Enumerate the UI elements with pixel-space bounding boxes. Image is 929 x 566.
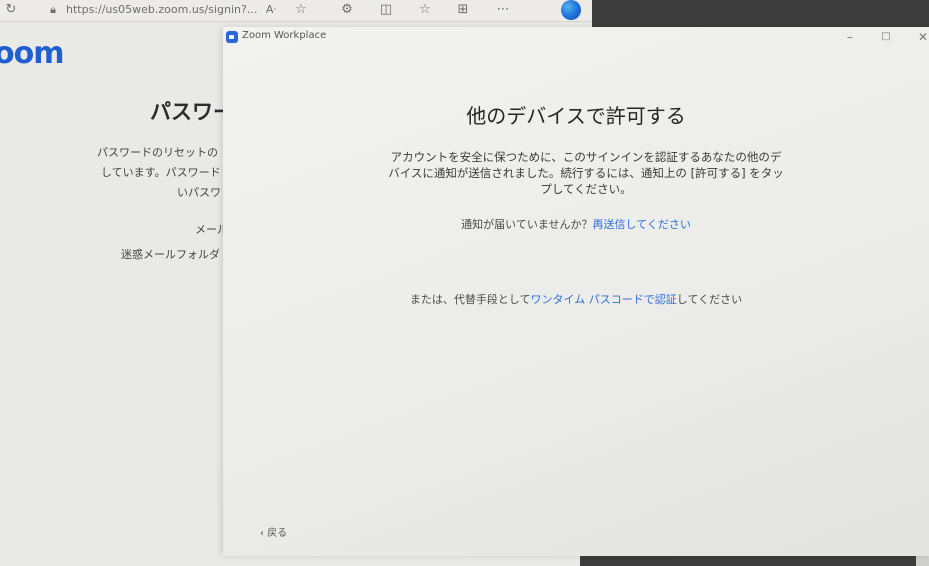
favorites-icon[interactable]: ☆ xyxy=(416,1,434,19)
star-icon[interactable]: ☆ xyxy=(292,1,310,19)
copilot-icon[interactable] xyxy=(561,0,581,20)
page-text-line-2: しています。パスワード xyxy=(101,166,221,179)
resend-row: 通知が届いていませんか？再送信してください xyxy=(223,216,929,232)
alt-suffix: してください xyxy=(676,293,743,306)
address-bar[interactable]: https://us05web.zoom.us/signin?... xyxy=(66,2,257,18)
collections-icon[interactable]: ⊞ xyxy=(454,1,472,19)
page-text-line-3: いパスワ xyxy=(177,186,221,199)
zoom-logo: oom xyxy=(0,36,64,71)
puzzle-icon[interactable]: ⚙ xyxy=(338,1,356,19)
dialog-heading: 他のデバイスで許可する xyxy=(466,104,686,128)
close-icon[interactable]: ✕ xyxy=(915,30,929,44)
page-text-line-1: パスワードのリセットの xyxy=(97,146,218,159)
resend-link[interactable]: 再送信してください xyxy=(593,218,691,231)
lock-icon[interactable]: 🔒︎ xyxy=(44,1,62,19)
zoom-workplace-window: Zoom Workplace – □ ✕ 他のデバイスで許可する アカウントを安… xyxy=(223,27,929,556)
screen: ↻ 🔒︎ https://us05web.zoom.us/signin?... … xyxy=(0,0,929,566)
dialog-description: アカウントを安全に保つために、このサインインを認証するあなたの他のデバイスに通知… xyxy=(388,150,784,196)
maximize-icon[interactable]: □ xyxy=(878,30,894,44)
refresh-icon[interactable]: ↻ xyxy=(2,1,20,19)
alternative-row: または、代替手段としてワンタイム パスコードで認証してください xyxy=(223,291,929,307)
minimize-icon[interactable]: – xyxy=(842,30,858,44)
one-time-passcode-link[interactable]: ワンタイム パスコードで認証 xyxy=(531,293,677,306)
resend-prompt: 通知が届いていませんか？ xyxy=(461,218,593,231)
page-text-line-5: 迷惑メールフォルダ xyxy=(121,248,220,261)
split-screen-icon[interactable]: ◫ xyxy=(377,1,395,19)
more-icon[interactable]: ⋯ xyxy=(494,1,512,19)
zoom-app-icon xyxy=(226,31,238,43)
browser-toolbar: ↻ 🔒︎ https://us05web.zoom.us/signin?... … xyxy=(0,0,592,22)
read-aloud-icon[interactable]: Aᐧ xyxy=(262,1,280,19)
back-button[interactable]: ‹ 戻る xyxy=(260,524,287,539)
window-titlebar[interactable]: Zoom Workplace – □ ✕ xyxy=(223,27,929,49)
page-heading: パスワー xyxy=(150,100,234,124)
window-title: Zoom Workplace xyxy=(242,30,327,41)
background-dark-area xyxy=(592,0,929,28)
alt-prefix: または、代替手段として xyxy=(409,293,531,306)
